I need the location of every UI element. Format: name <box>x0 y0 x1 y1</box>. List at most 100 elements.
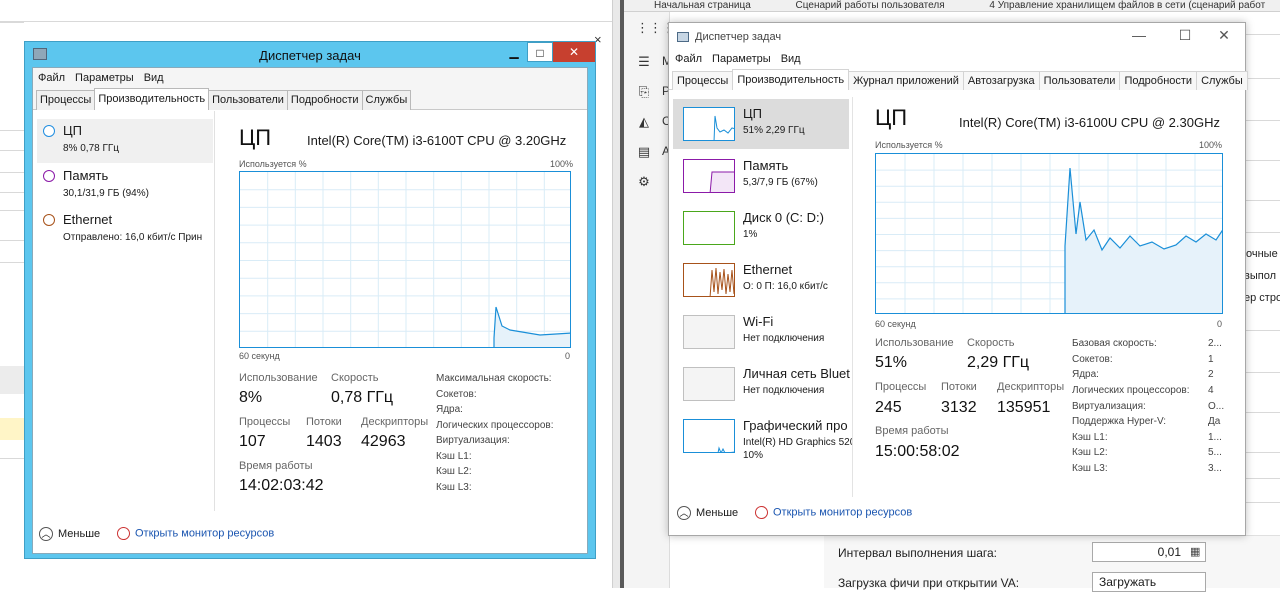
usage-value: 51% <box>875 354 908 371</box>
resource-disk[interactable]: Диск 0 (C: D:) 1% <box>673 203 849 253</box>
panel-title: ЦП <box>239 125 272 150</box>
memory-thumbnail-graph <box>683 159 735 193</box>
resource-name: Wi-Fi <box>743 314 774 329</box>
spec-max-speed: Максимальная скорость: <box>436 373 552 384</box>
resource-cpu[interactable]: ЦП 51% 2,29 ГГц <box>673 99 849 149</box>
tab-performance[interactable]: Производительность <box>94 88 210 110</box>
grid-icon[interactable]: ⋮⋮⋮ <box>636 20 675 36</box>
title-bar[interactable]: Диспетчер задач — ☐ ✕ <box>669 23 1245 51</box>
spec-virtualization-value: О... <box>1208 401 1225 412</box>
menu-options[interactable]: Параметры <box>70 68 139 84</box>
open-resource-monitor-label: Открыть монитор ресурсов <box>773 506 913 519</box>
menu-file[interactable]: Файл <box>669 51 706 65</box>
resource-memory[interactable]: Память 30,1/31,9 ГБ (94%) <box>37 164 213 208</box>
tab-start-page[interactable]: Начальная страница <box>624 1 763 11</box>
cpu-circle-icon <box>43 125 55 137</box>
tab-details[interactable]: Подробности <box>286 90 363 110</box>
tab-processes[interactable]: Процессы <box>672 71 734 90</box>
graph-x-label: 60 секунд <box>875 319 916 329</box>
resource-ethernet[interactable]: Ethernet О: 0 П: 16,0 кбит/с <box>673 255 849 305</box>
handles-value: 42963 <box>361 433 406 450</box>
spec-cores-value: 2 <box>1208 369 1214 380</box>
cpu-model: Intel(R) Core(TM) i3-6100T CPU @ 3.20GHz <box>307 133 567 148</box>
tab-services[interactable]: Службы <box>361 90 412 110</box>
menu-file[interactable]: Файл <box>33 68 70 84</box>
handles-value: 135951 <box>997 399 1051 416</box>
resource-detail: Нет подключения <box>743 333 825 344</box>
spec-base-speed-label: Базовая скорость: <box>1072 338 1157 349</box>
tab-app-history[interactable]: Журнал приложений <box>848 71 964 90</box>
spec-cache-l1-value: 1... <box>1208 432 1222 443</box>
resource-cpu[interactable]: ЦП 8% 0,78 ГГц <box>37 119 213 163</box>
resource-name: Графический про <box>743 418 848 433</box>
title-bar[interactable]: Диспетчер задач ▁ □ ✕ <box>25 42 595 67</box>
graph-x-min: 0 <box>565 351 571 361</box>
maximize-button[interactable]: ☐ <box>1170 27 1200 44</box>
truncated-text: ер стро <box>1244 292 1280 304</box>
truncated-text: очные с <box>1246 248 1280 260</box>
minimize-button[interactable]: ▁ <box>501 42 527 62</box>
vertical-scrollbar[interactable] <box>612 0 620 588</box>
spec-virtualization-label: Виртуализация: <box>1072 401 1146 412</box>
menu-view[interactable]: Вид <box>775 51 805 65</box>
ethernet-thumbnail-graph <box>683 263 735 297</box>
spec-cache-l1-label: Кэш L1: <box>1072 432 1108 443</box>
resource-bluetooth[interactable]: Личная сеть Bluet Нет подключения <box>673 359 850 409</box>
resource-detail: Нет подключения <box>743 385 825 396</box>
spec-logical-value: 4 <box>1208 385 1214 396</box>
cpu-model: Intel(R) Core(TM) i3-6100U CPU @ 2.30GHz <box>959 115 1220 130</box>
cpu-thumbnail-graph <box>683 107 735 141</box>
tab-bar: Процессы Производительность Пользователи По… <box>33 88 587 110</box>
feature-load-select[interactable]: Загружать <box>1092 572 1206 592</box>
right-app-tabbar: Начальная страница Сценарий работы польз… <box>624 0 1280 12</box>
resource-name: ЦП <box>63 123 82 138</box>
calculator-icon[interactable]: ▦ <box>1190 545 1200 558</box>
resource-detail: О: 0 П: 16,0 кбит/с <box>743 281 828 292</box>
tab-startup[interactable]: Автозагрузка <box>962 71 1040 90</box>
panel-title: ЦП <box>875 105 908 130</box>
close-button[interactable]: ✕ <box>1209 27 1239 44</box>
gear-icon[interactable]: ⚙ <box>636 174 652 190</box>
menu-view[interactable]: Вид <box>139 68 169 84</box>
spec-logical: Логических процессоров: <box>436 420 554 431</box>
resource-ethernet[interactable]: Ethernet Отправлено: 16,0 кбит/с Прин <box>37 208 213 252</box>
resource-gpu[interactable]: Графический про Intel(R) HD Graphics 520… <box>673 411 852 461</box>
resource-monitor-icon <box>755 506 768 519</box>
task-manager-app-icon <box>677 32 689 42</box>
tab-processes[interactable]: Процессы <box>36 90 96 110</box>
resource-memory[interactable]: Память 5,3/7,9 ГБ (67%) <box>673 151 849 201</box>
disk-thumbnail-graph <box>683 211 735 245</box>
maximize-button[interactable]: □ <box>527 42 553 62</box>
open-resource-monitor-link[interactable]: Открыть монитор ресурсов <box>117 527 274 540</box>
close-icon: ✕ <box>1218 27 1230 43</box>
threads-label: Потоки <box>306 416 342 428</box>
tab-user-scenario[interactable]: Сценарий работы пользователя <box>766 1 957 11</box>
graph-y-max: 100% <box>549 159 573 169</box>
tab-services[interactable]: Службы <box>1196 71 1248 90</box>
spec-hyperv-label: Поддержка Hyper-V: <box>1072 416 1167 427</box>
spec-cache-l2-label: Кэш L2: <box>1072 447 1108 458</box>
calendar-icon[interactable]: ▤ <box>636 144 652 160</box>
spec-cache-l3: Кэш L3: <box>436 482 472 493</box>
usage-value: 8% <box>239 389 263 406</box>
threads-label: Потоки <box>941 381 977 393</box>
spec-cores-label: Ядра: <box>1072 369 1099 380</box>
graph-x-label: 60 секунд <box>239 351 280 361</box>
step-interval-input[interactable]: 0,01 <box>1092 542 1206 562</box>
close-button[interactable]: ✕ <box>553 42 595 62</box>
tab-users[interactable]: Пользователи <box>1038 71 1121 90</box>
menu-options[interactable]: Параметры <box>706 51 775 65</box>
document-icon[interactable]: ⎘ <box>636 84 652 100</box>
minimize-button[interactable]: — <box>1124 27 1154 43</box>
list-icon[interactable]: ☰ <box>636 54 652 70</box>
resource-wifi[interactable]: Wi-Fi Нет подключения <box>673 307 849 357</box>
fewer-details-button[interactable]: ︿ Меньше <box>677 506 738 520</box>
open-resource-monitor-link[interactable]: Открыть монитор ресурсов <box>755 506 912 519</box>
fewer-details-button[interactable]: ︿ Меньше <box>39 527 100 541</box>
tab-bar: Процессы Производительность Журнал приложе… <box>669 69 1248 90</box>
tab-users[interactable]: Пользователи <box>208 90 288 110</box>
chart-icon[interactable]: ◭ <box>636 114 652 130</box>
tab-performance[interactable]: Производительность <box>732 69 850 90</box>
tab-file-storage[interactable]: 4 Управление хранилищем файлов в сети (с… <box>959 1 1277 11</box>
tab-details[interactable]: Подробности <box>1119 71 1198 90</box>
